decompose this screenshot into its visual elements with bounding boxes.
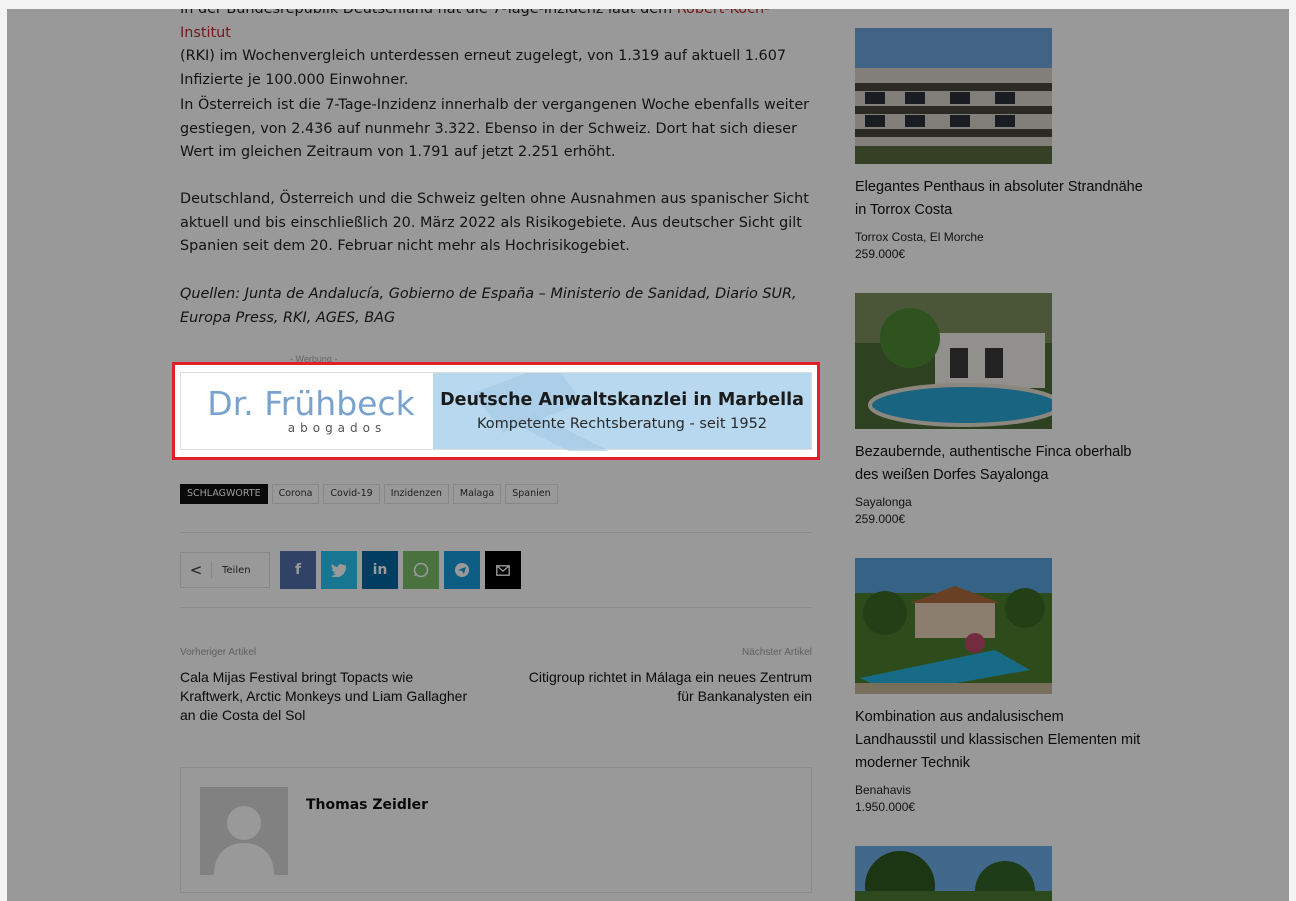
dim-overlay-left <box>0 362 172 460</box>
frame-edge-right <box>1289 0 1296 901</box>
ad-message: Deutsche Anwaltskanzlei in Marbella Komp… <box>433 373 811 451</box>
ad-tagline: Kompetente Rechtsberatung - seit 1952 <box>476 416 768 432</box>
ad-headline: Deutsche Anwaltskanzlei in Marbella <box>440 390 804 410</box>
page: In der Bundesrepublik Deutschland hat di… <box>0 0 1296 901</box>
frame-edge-top <box>0 0 1296 9</box>
gavel-watermark-icon <box>473 373 609 451</box>
dim-overlay-top <box>0 0 1296 362</box>
dim-overlay-bottom <box>0 460 1296 901</box>
frame-edge-left <box>0 0 7 901</box>
ad-logo: Dr. Frühbeck abogados <box>181 373 433 449</box>
dim-overlay-right <box>820 362 1296 460</box>
ad-banner[interactable]: Dr. Frühbeck abogados Deutsche Anwaltska… <box>172 362 820 460</box>
ad-brand-sub: abogados <box>287 421 387 435</box>
ad-banner-inner[interactable]: Dr. Frühbeck abogados Deutsche Anwaltska… <box>180 372 812 451</box>
ad-brand: Dr. Frühbeck <box>207 384 415 423</box>
